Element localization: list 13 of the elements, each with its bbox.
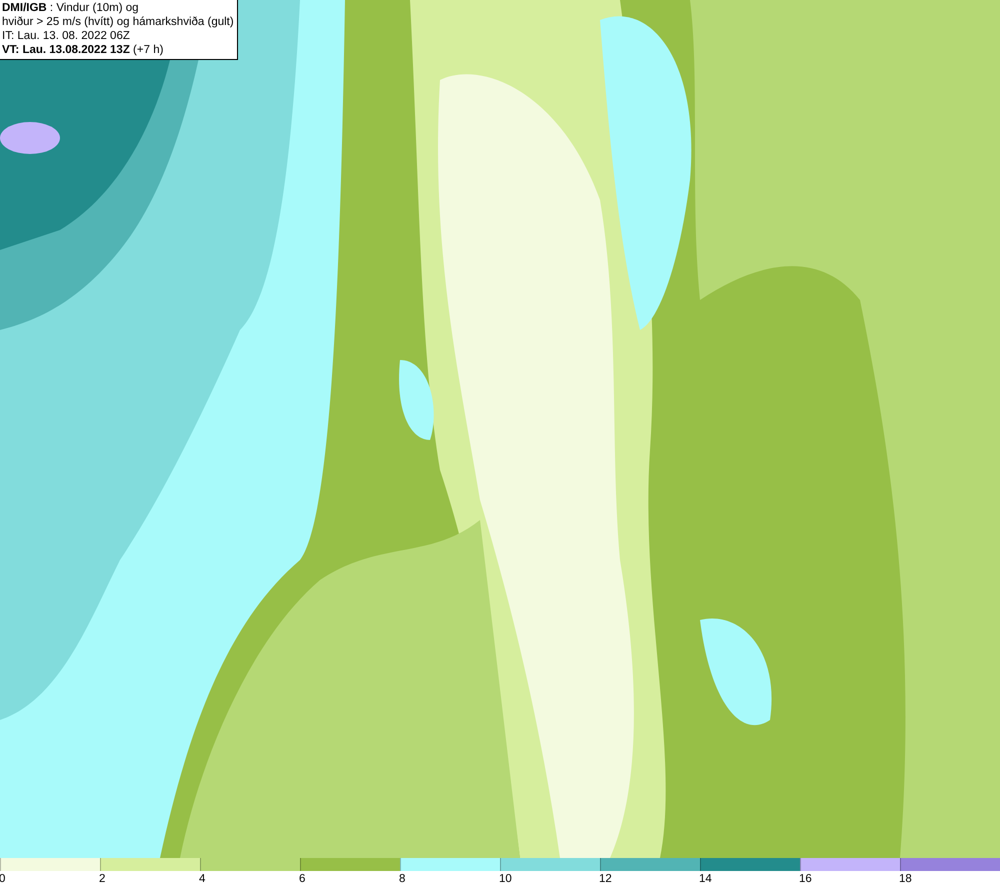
legend-tick-label: 8 xyxy=(399,873,406,885)
legend-tick-label: 10 xyxy=(499,873,512,885)
header-text: IT: Lau. 13. 08. 2022 06Z xyxy=(2,29,131,43)
legend-tick-label: 18 xyxy=(899,873,912,885)
header-text: DMI/IGB : Vindur (10m) og xyxy=(2,1,140,15)
legend-tick-label: 16 xyxy=(799,873,812,885)
legend-tick-label: 4 xyxy=(199,873,206,885)
legend-tick-label: 6 xyxy=(299,873,306,885)
header-text: VT: Lau. 13.08.2022 13Z (+7 h) xyxy=(2,43,164,57)
legend-tick-label: 12 xyxy=(599,873,612,885)
legend-tick-label: 2 xyxy=(99,873,106,885)
header-text: hviður > 25 m/s (hvítt) og hámarkshviða (gult) xyxy=(2,15,234,29)
legend-tick-label: 14 xyxy=(699,873,712,885)
